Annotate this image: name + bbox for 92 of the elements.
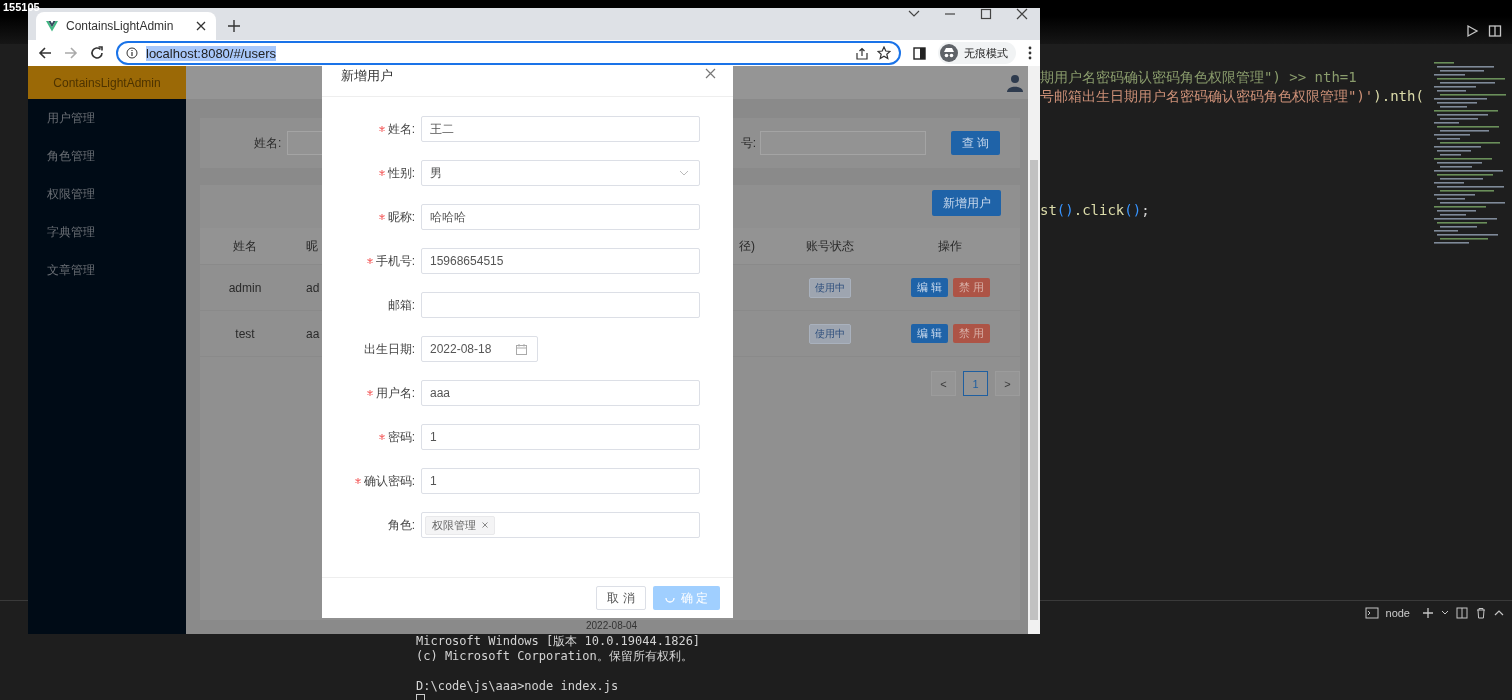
terminal-icon xyxy=(1364,607,1379,619)
edit-button[interactable]: 编 辑 xyxy=(910,278,948,297)
input-field[interactable]: 哈哈哈 xyxy=(421,204,700,230)
back-icon[interactable] xyxy=(38,46,52,60)
caret-icon[interactable] xyxy=(1441,609,1449,617)
menu-item[interactable]: 角色管理 xyxy=(28,137,186,175)
code-token: ).nth( xyxy=(1373,88,1424,104)
field-label: 密码: xyxy=(387,428,415,446)
close-icon[interactable] xyxy=(196,21,206,31)
select-field[interactable]: 男 xyxy=(421,160,700,186)
prev-page-button[interactable]: < xyxy=(931,371,956,396)
info-icon xyxy=(126,47,138,59)
terminal-line: D:\code\js\aaa>node index.js xyxy=(416,679,619,693)
trash-icon[interactable] xyxy=(1475,607,1487,619)
menu-item[interactable]: 字典管理 xyxy=(28,213,186,251)
scrollbar-thumb[interactable] xyxy=(1030,160,1038,620)
app-logo: ContainsLightAdmin xyxy=(28,66,186,99)
date-cell: 2022-08-04 xyxy=(586,620,638,631)
field-label: 用户名: xyxy=(375,384,415,402)
star-icon[interactable] xyxy=(877,46,891,60)
menu-item[interactable]: 文章管理 xyxy=(28,251,186,289)
multi-select-field[interactable]: 权限管理 xyxy=(421,512,700,538)
more-icon[interactable] xyxy=(1028,46,1032,60)
column-header: 姓名 xyxy=(232,237,258,255)
column-header: 账号状态 xyxy=(805,237,855,255)
share-icon[interactable] xyxy=(855,46,869,60)
role-tag: 权限管理 xyxy=(425,515,495,535)
field-label: 姓名: xyxy=(387,120,415,138)
date-field[interactable]: 2022-08-18 xyxy=(421,336,538,362)
code-token: 期用户名密码确认密码角色权限管理") >> nth=1 xyxy=(1040,69,1357,85)
table-cell-text: ad xyxy=(305,280,321,295)
edit-button[interactable]: 编 辑 xyxy=(910,324,948,343)
field-label: 角色: xyxy=(387,516,415,534)
table-cell-text: admin xyxy=(227,280,263,295)
chevron-down-icon[interactable] xyxy=(908,10,920,18)
input-field[interactable] xyxy=(421,292,700,318)
chevron-up-icon[interactable] xyxy=(1494,609,1504,617)
table-cell-text: test xyxy=(234,326,256,341)
table-cell-text: aa xyxy=(305,326,321,341)
avatar-icon[interactable] xyxy=(1007,73,1023,92)
side-panel-icon[interactable] xyxy=(913,46,926,60)
field-label: 确认密码: xyxy=(363,472,415,490)
scrollbar[interactable] xyxy=(1028,66,1040,634)
incognito-button[interactable]: 无痕模式 xyxy=(938,42,1016,64)
terminal-line: (c) Microsoft Corporation。保留所有权利。 xyxy=(416,649,693,663)
column-header: 径) xyxy=(738,237,756,255)
terminal-line: Microsoft Windows [版本 10.0.19044.1826] xyxy=(416,634,701,648)
close-icon[interactable] xyxy=(1016,8,1028,20)
calendar-icon xyxy=(516,343,527,355)
menu-item[interactable]: 用户管理 xyxy=(28,99,186,137)
caret-icon xyxy=(679,170,689,176)
input-field[interactable]: 1 xyxy=(421,468,700,494)
code-token: 号邮箱出生日期用户名密码确认密码角色权限管理")' xyxy=(1040,88,1374,104)
column-header: 昵 xyxy=(305,237,319,255)
input-field[interactable]: 15968654515 xyxy=(421,248,700,274)
dialog-title: 新增用户 xyxy=(341,68,393,85)
incognito-icon xyxy=(940,44,958,62)
status-tag: 使用中 xyxy=(809,323,851,344)
code-token: () xyxy=(1056,202,1074,218)
maximize-icon[interactable] xyxy=(980,8,992,20)
input-field[interactable]: 1 xyxy=(421,424,700,450)
split-editor-icon[interactable] xyxy=(1488,24,1502,38)
field-label: 出生日期: xyxy=(363,340,415,358)
field-label: 昵称: xyxy=(387,208,415,226)
cancel-button[interactable]: 取 消 xyxy=(596,586,646,610)
menu-item[interactable]: 权限管理 xyxy=(28,175,186,213)
disable-button[interactable]: 禁 用 xyxy=(952,324,990,343)
forward-icon xyxy=(64,46,78,60)
column-header: 操作 xyxy=(937,237,963,255)
next-page-button[interactable]: > xyxy=(995,371,1020,396)
reload-icon[interactable] xyxy=(90,46,104,60)
code-token: .click xyxy=(1073,202,1125,218)
field-label: 手机号: xyxy=(375,252,415,270)
code-token: ; xyxy=(1141,202,1150,218)
split-terminal-icon[interactable] xyxy=(1456,607,1468,619)
field-label: 姓名: xyxy=(254,134,283,152)
run-icon[interactable] xyxy=(1465,24,1479,38)
field-label: 性别: xyxy=(387,164,415,182)
vue-logo-icon xyxy=(46,20,58,32)
disable-button[interactable]: 禁 用 xyxy=(952,278,990,297)
search-button[interactable]: 查 询 xyxy=(951,131,1000,155)
terminal-tab[interactable]: node xyxy=(1385,607,1410,619)
code-token: st xyxy=(1040,202,1057,218)
add-user-button[interactable]: 新增用户 xyxy=(932,190,1001,216)
input-field[interactable]: 王二 xyxy=(421,116,700,142)
plus-icon[interactable] xyxy=(228,20,240,32)
input-field[interactable]: aaa xyxy=(421,380,700,406)
status-tag: 使用中 xyxy=(809,277,851,298)
field-label: 号: xyxy=(740,134,756,152)
field-label: 邮箱: xyxy=(387,296,415,314)
code-token: () xyxy=(1124,202,1142,218)
browser-tab[interactable]: ContainsLightAdmin xyxy=(36,12,216,40)
